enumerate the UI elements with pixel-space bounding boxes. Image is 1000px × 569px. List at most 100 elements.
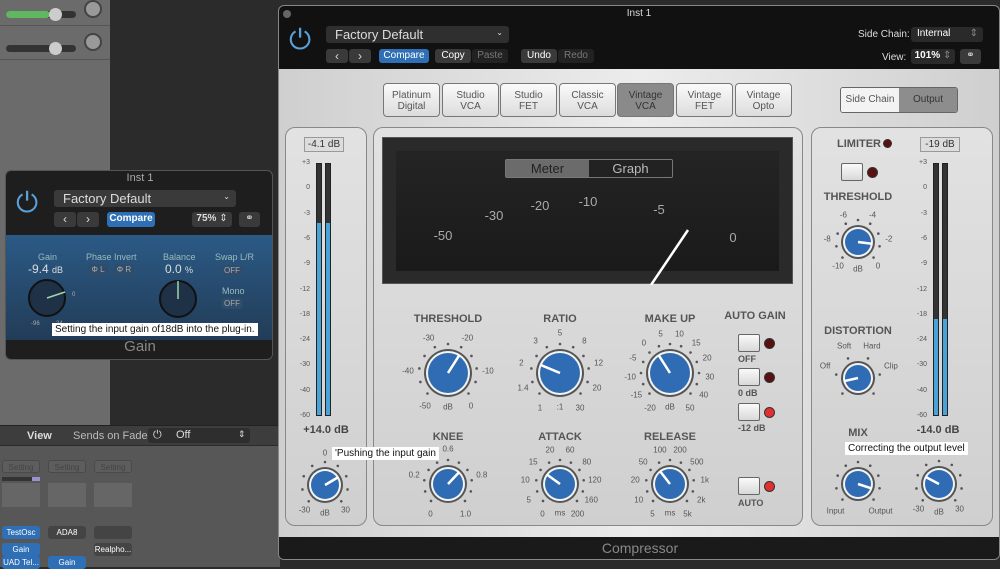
volume-slider-handle[interactable] xyxy=(49,42,62,55)
knob-scale-label: 1k xyxy=(700,475,709,485)
ratio-label: RATIO xyxy=(543,313,577,325)
knob-scale-label: 0.2 xyxy=(408,470,420,480)
next-preset-button[interactable]: › xyxy=(349,49,371,63)
view-tab-group: Side Chain Output xyxy=(840,87,958,113)
copy-button[interactable]: Copy xyxy=(435,49,471,63)
side-chain-select[interactable]: Internal ⇕ xyxy=(911,27,983,42)
vu-label: -10 xyxy=(579,194,598,209)
gain-label: Gain xyxy=(38,252,58,262)
strip-input-button[interactable] xyxy=(94,526,132,539)
pan-knob[interactable] xyxy=(84,33,102,51)
strip-insert-button[interactable]: UAD Tel... xyxy=(2,556,40,569)
gain-number: -9.4 xyxy=(28,262,49,276)
input-gain-knob[interactable] xyxy=(300,460,350,510)
knob-scale-label: -6 xyxy=(839,210,847,220)
auto-button[interactable] xyxy=(738,477,760,495)
model-line1: Studio xyxy=(514,90,543,101)
tab-side-chain[interactable]: Side Chain xyxy=(841,88,899,112)
swap-lr-toggle[interactable]: OFF xyxy=(221,265,243,276)
tooltip: Setting the input gain of18dB into the p… xyxy=(52,323,258,336)
knob-unit-label: dB xyxy=(320,508,330,518)
strip-insert-button[interactable]: Realpho... xyxy=(94,543,132,556)
mono-toggle[interactable]: OFF xyxy=(221,298,243,309)
model-button-vintage-vca[interactable]: Vintage VCA xyxy=(617,83,674,117)
preset-select[interactable]: Factory Default ⌄ xyxy=(326,26,509,43)
volume-slider[interactable] xyxy=(6,11,76,18)
model-button-vintage-fet[interactable]: Vintage FET xyxy=(676,83,733,117)
output-gain-value: -14.0 dB xyxy=(916,424,960,436)
paste-button[interactable]: Paste xyxy=(472,49,508,63)
knob-unit-label: dB xyxy=(853,264,863,274)
strip-input-button[interactable]: ADA8 xyxy=(48,526,86,539)
next-preset-button[interactable]: › xyxy=(77,212,99,227)
model-button-classic-vca[interactable]: Classic VCA xyxy=(559,83,616,117)
phase-invert-label: Phase Invert xyxy=(86,252,137,262)
knob-scale-label: 5 xyxy=(557,328,563,338)
output-gain-knob[interactable] xyxy=(914,459,964,509)
strip-insert-button[interactable]: Gain xyxy=(2,543,40,556)
compare-button[interactable]: Compare xyxy=(107,212,155,227)
volume-slider[interactable] xyxy=(6,45,76,52)
swap-lr-label: Swap L/R xyxy=(215,252,255,262)
limiter-button[interactable] xyxy=(841,163,863,181)
threshold-knob[interactable] xyxy=(417,342,479,404)
view-menu[interactable]: View xyxy=(27,430,52,442)
model-button-vintage-opto[interactable]: Vintage Opto xyxy=(735,83,792,117)
strip-setting-button[interactable]: Setting xyxy=(2,460,40,473)
ratio-knob[interactable] xyxy=(529,342,591,404)
link-icon[interactable]: ⚭ xyxy=(960,49,981,64)
knob-scale-label: 2k xyxy=(697,495,706,505)
compare-button[interactable]: Compare xyxy=(379,49,429,63)
vu-label: -50 xyxy=(434,228,453,243)
power-button[interactable]: ⏻ xyxy=(289,26,311,54)
sends-on-faders-select[interactable]: ⏻ Off ⇕ xyxy=(148,428,250,443)
strip-input-button[interactable]: TestOsc xyxy=(2,526,40,539)
pan-knob[interactable] xyxy=(84,0,102,18)
strip-setting-button[interactable]: Setting xyxy=(48,460,86,473)
model-button-studio-vca[interactable]: Studio VCA xyxy=(442,83,499,117)
strip-slot[interactable] xyxy=(94,483,132,507)
view-zoom-select[interactable]: 101% ⇕ xyxy=(911,49,955,64)
balance-knob[interactable] xyxy=(157,278,199,320)
makeup-knob[interactable] xyxy=(639,342,701,404)
gain-value: -9.4 dB xyxy=(28,262,63,276)
side-chain-label: Side Chain: xyxy=(858,29,910,40)
zoom-select[interactable]: 75% ⇕ xyxy=(192,212,232,227)
distortion-knob[interactable] xyxy=(834,354,882,402)
preset-select[interactable]: Factory Default ⌄ xyxy=(54,190,236,207)
gain-knob[interactable] xyxy=(26,277,68,319)
strip-slot[interactable] xyxy=(48,483,86,507)
release-knob[interactable] xyxy=(644,458,696,510)
auto-gain-0-button[interactable] xyxy=(738,334,760,352)
knob-scale-label: 100 xyxy=(653,445,667,455)
model-button-studio-fet[interactable]: Studio FET xyxy=(500,83,557,117)
strip-setting-button[interactable]: Setting xyxy=(94,460,132,473)
strip-insert-button[interactable]: Gain xyxy=(48,556,86,569)
auto-gain-1-button[interactable] xyxy=(738,368,760,386)
redo-button[interactable]: Redo xyxy=(558,49,594,63)
knob-scale-label: 3 xyxy=(533,336,538,346)
knob-scale-label: 0 xyxy=(322,448,328,458)
knob-scale-label: 0 xyxy=(540,509,545,519)
link-icon[interactable]: ⚭ xyxy=(239,212,260,227)
tab-output[interactable]: Output xyxy=(899,88,957,112)
volume-slider-handle[interactable] xyxy=(49,8,62,21)
previous-preset-button[interactable]: ‹ xyxy=(54,212,76,227)
model-button-platinum-digital[interactable]: Platinum Digital xyxy=(383,83,440,117)
phase-invert-right-button[interactable]: Φ R xyxy=(114,264,134,276)
limiter-threshold-knob[interactable] xyxy=(834,218,882,266)
knob-unit-label: dB xyxy=(665,402,675,412)
attack-knob[interactable] xyxy=(534,458,586,510)
auto-gain-2-button[interactable] xyxy=(738,403,760,421)
strip-slot[interactable] xyxy=(2,483,40,507)
previous-preset-button[interactable]: ‹ xyxy=(326,49,348,63)
model-line1: Platinum xyxy=(392,90,431,101)
window-title: Inst 1 xyxy=(626,8,652,19)
preset-name: Factory Default xyxy=(63,191,152,206)
phase-invert-left-button[interactable]: Φ L xyxy=(88,264,108,276)
power-button[interactable]: ⏻ xyxy=(16,189,38,217)
knee-knob[interactable] xyxy=(422,458,474,510)
mix-knob[interactable] xyxy=(834,460,882,508)
close-button[interactable] xyxy=(283,10,291,18)
undo-button[interactable]: Undo xyxy=(521,49,557,63)
